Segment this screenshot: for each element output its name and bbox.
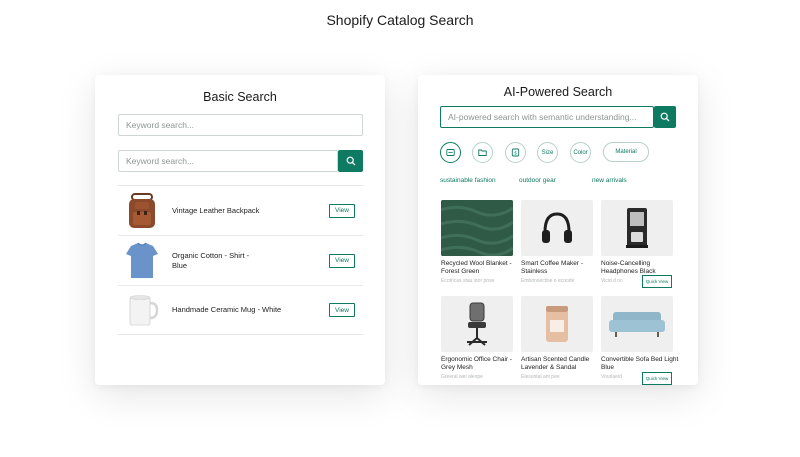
view-button[interactable]: View xyxy=(329,253,355,268)
product-card[interactable]: Convertible Sofa Bed Light Blue Vourlaei… xyxy=(601,296,678,380)
list-item-label: Handmade Ceramic Mug - White xyxy=(172,305,282,314)
filter-category-button[interactable] xyxy=(472,142,493,163)
product-card[interactable]: Ergonomic Office Chair - Grey Mesh Greer… xyxy=(441,296,513,380)
ai-search-input[interactable]: AI-powered search with semantic understa… xyxy=(440,106,654,128)
product-image-candle xyxy=(521,296,593,352)
product-description: Elesuntal ant pee xyxy=(521,373,560,380)
quick-view-button[interactable]: Quick View xyxy=(642,275,672,288)
sofa-icon xyxy=(609,312,665,337)
mug-image xyxy=(129,295,159,326)
product-image-sofa xyxy=(601,296,673,352)
product-description: Ecotricas stau stor pose xyxy=(441,277,495,284)
filter-material-button[interactable]: Material xyxy=(603,142,649,162)
list-item-label: Vintage Leather Backpack xyxy=(172,205,260,215)
product-image-coffee-maker xyxy=(601,200,673,256)
filter-price-button[interactable]: $ xyxy=(505,142,526,163)
product-name: Ergonomic Office Chair - Grey Mesh xyxy=(441,356,513,372)
product-card[interactable]: Smart Coffee Maker - Stainless Embonsect… xyxy=(521,200,593,284)
filter-size-button[interactable]: Size xyxy=(537,142,558,163)
backpack-image xyxy=(129,192,155,228)
product-description: Greeral wei aleope xyxy=(441,373,483,380)
page-title: Shopify Catalog Search xyxy=(326,12,474,28)
product-card[interactable]: Recycled Wool Blanket - Forest Green Eco… xyxy=(441,200,513,284)
ai-search-button[interactable] xyxy=(654,106,676,128)
suggestion-link[interactable]: outdoor gear xyxy=(519,177,556,184)
product-name: Recycled Wool Blanket - Forest Green xyxy=(441,260,512,276)
office-chair-icon xyxy=(467,302,487,346)
product-name: Artisan Scented Candle Lavender & Sandal xyxy=(521,356,590,372)
list-item: Organic Cotton - Shirt - Blue View xyxy=(118,235,363,285)
candle-icon xyxy=(546,306,568,342)
coffee-maker-icon xyxy=(626,208,648,248)
product-card[interactable]: Noise-Cancelling Headphones Black Vicid … xyxy=(601,200,673,284)
keyword-search-input[interactable]: Keyword search... xyxy=(118,114,363,136)
product-image-office-chair xyxy=(441,296,513,352)
product-image-headphones xyxy=(521,200,593,256)
keyword-search-input-with-button[interactable]: Keyword search... xyxy=(118,150,338,172)
ai-search-card: AI-Powered Search AI-powered search with… xyxy=(418,75,698,385)
product-name: Smart Coffee Maker - Stainless xyxy=(521,260,584,276)
product-card[interactable]: Artisan Scented Candle Lavender & Sandal… xyxy=(521,296,593,380)
product-name: Convertible Sofa Bed Light Blue xyxy=(601,356,679,372)
knit-texture xyxy=(441,200,513,256)
filter-color-button[interactable]: Color xyxy=(570,142,591,163)
basic-search-card: Basic Search Keyword search... Keyword s… xyxy=(95,75,385,385)
product-image-blanket xyxy=(441,200,513,256)
folder-icon xyxy=(478,149,487,156)
suggestion-link[interactable]: new arrivals xyxy=(592,177,627,184)
image-icon xyxy=(446,149,455,156)
filter-image-button[interactable] xyxy=(440,142,461,163)
ai-search-title: AI-Powered Search xyxy=(503,85,613,99)
search-icon xyxy=(660,112,670,122)
basic-search-title: Basic Search xyxy=(203,90,277,104)
search-icon xyxy=(346,156,355,166)
basic-results-list: Vintage Leather Backpack View Organic Co… xyxy=(118,185,363,335)
suggestion-link[interactable]: sustainable fashion xyxy=(440,177,496,184)
quick-view-button[interactable]: Quick View xyxy=(642,372,672,385)
basic-search-button[interactable] xyxy=(338,150,363,172)
list-item: Vintage Leather Backpack View xyxy=(118,185,363,235)
product-description: Embonsectise o ecoode xyxy=(521,277,575,284)
list-item: Handmade Ceramic Mug - White View xyxy=(118,285,363,335)
svg-text:$: $ xyxy=(514,151,517,156)
view-button[interactable]: View xyxy=(329,303,355,317)
view-button[interactable]: View xyxy=(329,203,355,218)
list-item-label: Organic Cotton - Shirt - Blue xyxy=(172,250,250,270)
headphones-icon xyxy=(542,212,572,243)
shirt-image xyxy=(126,242,158,278)
price-tag-icon: $ xyxy=(511,148,520,157)
